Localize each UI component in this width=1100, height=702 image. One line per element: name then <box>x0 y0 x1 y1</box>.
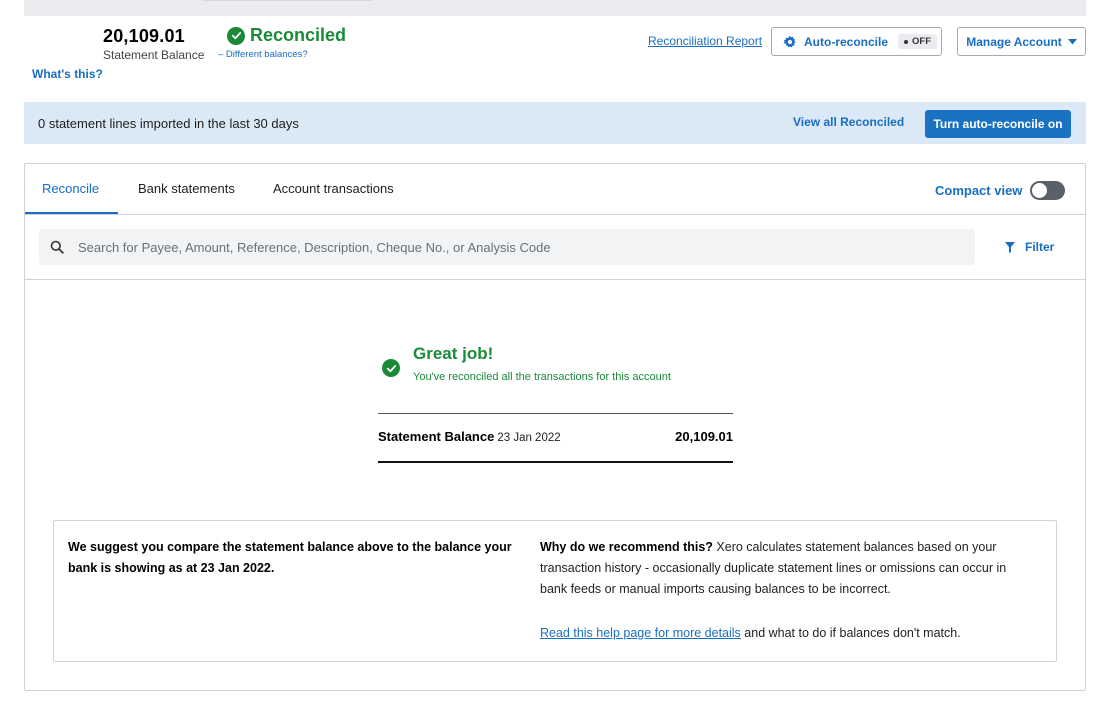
success-title: Great job! <box>413 344 494 363</box>
caret-down-icon <box>1067 38 1077 45</box>
import-info-bar: 0 statement lines imported in the last 3… <box>24 102 1086 144</box>
view-all-reconciled-link[interactable]: View all Reconciled <box>793 115 904 129</box>
tab-account-transactions[interactable]: Account transactions <box>273 181 394 196</box>
reconciled-status-label: Reconciled <box>250 25 347 45</box>
manage-account-label: Manage Account <box>966 34 1062 49</box>
turn-auto-reconcile-on-button[interactable]: Turn auto-reconcile on <box>925 110 1071 138</box>
recommendation-title: Why do we recommend this? <box>540 540 713 554</box>
compact-view-label: Compact view <box>935 183 1023 198</box>
tab-reconcile[interactable]: Reconcile <box>42 181 99 196</box>
compact-view-toggle[interactable] <box>1030 181 1066 200</box>
search-row: Search for Payee, Amount, Reference, Des… <box>25 215 1085 280</box>
compact-view-control: Compact view <box>935 181 1066 200</box>
check-circle-icon <box>227 26 245 45</box>
reconciled-status: Reconciled <box>227 25 346 46</box>
whats-this-link[interactable]: What's this? <box>32 67 103 81</box>
reconciliation-report-link[interactable]: Reconciliation Report <box>648 34 762 48</box>
search-input[interactable]: Search for Payee, Amount, Reference, Des… <box>39 229 975 265</box>
state-dot-icon <box>904 39 909 44</box>
auto-reconcile-state: OFF <box>912 36 932 47</box>
statement-summary-date: 23 Jan 2022 <box>497 432 561 444</box>
search-icon <box>50 240 64 254</box>
top-strip-divider <box>202 0 372 1</box>
auto-reconcile-state-badge: OFF <box>898 34 938 49</box>
toggle-knob <box>1032 183 1048 198</box>
statement-summary-title: Statement Balance <box>378 429 495 444</box>
gear-icon <box>783 35 797 49</box>
help-line-suffix: and what to do if balances don't match. <box>740 626 961 640</box>
search-placeholder: Search for Payee, Amount, Reference, Des… <box>78 239 551 255</box>
tab-bank-statements[interactable]: Bank statements <box>138 181 235 196</box>
top-strip <box>24 0 1086 16</box>
check-circle-icon <box>382 359 400 377</box>
statement-balance-label: Statement Balance <box>103 48 205 62</box>
auto-reconcile-button[interactable]: Auto-reconcile OFF <box>771 27 942 56</box>
different-balances-link[interactable]: – Different balances? <box>218 49 308 60</box>
success-subtitle: You've reconciled all the transactions f… <box>413 371 671 383</box>
import-info-message: 0 statement lines imported in the last 3… <box>38 116 299 131</box>
filter-button[interactable]: Filter <box>1005 240 1054 254</box>
filter-label: Filter <box>1025 240 1055 254</box>
summary-bottom-divider <box>378 461 733 463</box>
manage-account-button[interactable]: Manage Account <box>957 27 1086 56</box>
suggestion-text: We suggest you compare the statement bal… <box>68 540 512 575</box>
reconcile-panel: Reconcile Bank statements Account transa… <box>24 163 1086 691</box>
statement-balance-value: 20,109.01 <box>103 26 185 46</box>
active-tab-indicator <box>25 212 118 214</box>
help-page-link[interactable]: Read this help page for more details <box>540 626 741 640</box>
recommendation-explanation: Why do we recommend this? Xero calculate… <box>540 537 1020 600</box>
statement-summary-label: Statement Balance 23 Jan 2022 <box>378 429 561 444</box>
suggestion-box: We suggest you compare the statement bal… <box>53 520 1057 662</box>
auto-reconcile-label: Auto-reconcile <box>804 34 889 49</box>
help-line: Read this help page for more details and… <box>540 626 961 640</box>
tab-bar: Reconcile Bank statements Account transa… <box>25 164 1085 215</box>
statement-summary-value: 20,109.01 <box>675 429 733 444</box>
summary-top-divider <box>378 413 733 414</box>
filter-icon <box>1005 241 1015 253</box>
